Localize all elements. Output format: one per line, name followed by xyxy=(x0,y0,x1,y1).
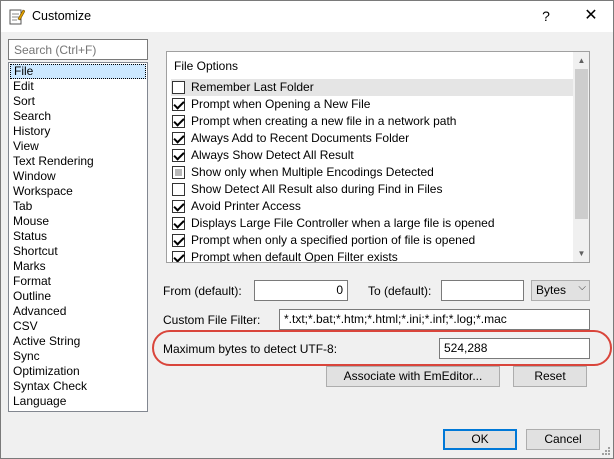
option-row[interactable]: Prompt when default Open Filter exists xyxy=(171,249,573,263)
scroll-up-icon[interactable]: ▲ xyxy=(573,52,589,69)
category-item-sort[interactable]: Sort xyxy=(10,94,146,109)
checkbox[interactable] xyxy=(172,251,185,262)
category-item-format[interactable]: Format xyxy=(10,274,146,289)
category-item-optimization[interactable]: Optimization xyxy=(10,364,146,379)
category-item-outline[interactable]: Outline xyxy=(10,289,146,304)
ok-button[interactable]: OK xyxy=(443,429,517,450)
category-item-window[interactable]: Window xyxy=(10,169,146,184)
category-item-csv[interactable]: CSV xyxy=(10,319,146,334)
category-item-view[interactable]: View xyxy=(10,139,146,154)
option-label: Always Add to Recent Documents Folder xyxy=(191,131,410,145)
to-input[interactable] xyxy=(441,280,524,301)
category-item-mouse[interactable]: Mouse xyxy=(10,214,146,229)
filter-input[interactable]: *.txt;*.bat;*.htm;*.html;*.ini;*.inf;*.l… xyxy=(279,309,590,330)
checkbox[interactable] xyxy=(172,166,185,179)
filter-label: Custom File Filter: xyxy=(163,313,261,327)
option-label: Prompt when default Open Filter exists xyxy=(191,250,398,263)
option-row[interactable]: Prompt when only a specified portion of … xyxy=(171,232,573,249)
option-row[interactable]: Always Show Detect All Result xyxy=(171,147,573,164)
option-row[interactable]: Avoid Printer Access xyxy=(171,198,573,215)
option-row[interactable]: Prompt when Opening a New File xyxy=(171,96,573,113)
file-options-header: File Options xyxy=(174,59,239,73)
category-item-text-rendering[interactable]: Text Rendering xyxy=(10,154,146,169)
customize-dialog: Customize ? ✕ File Edit Sort Search Hist… xyxy=(0,0,614,459)
option-label: Avoid Printer Access xyxy=(191,199,301,213)
checkbox[interactable] xyxy=(172,98,185,111)
chevron-down-icon: ⌵ xyxy=(578,282,586,293)
category-item-history[interactable]: History xyxy=(10,124,146,139)
category-item-shortcut[interactable]: Shortcut xyxy=(10,244,146,259)
resize-grip-icon[interactable] xyxy=(601,446,611,456)
checkbox[interactable] xyxy=(172,217,185,230)
file-options-list: File Options Remember Last Folder Prompt… xyxy=(166,51,590,263)
highlight-oval xyxy=(152,330,612,366)
category-item-syntax-check[interactable]: Syntax Check xyxy=(10,379,146,394)
cancel-button[interactable]: Cancel xyxy=(526,429,600,450)
category-item-search[interactable]: Search xyxy=(10,109,146,124)
from-label: From (default): xyxy=(163,284,242,298)
category-item-advanced[interactable]: Advanced xyxy=(10,304,146,319)
close-button[interactable]: ✕ xyxy=(576,4,606,28)
title-bar: Customize ? ✕ xyxy=(1,1,613,32)
category-item-edit[interactable]: Edit xyxy=(10,79,146,94)
option-row[interactable]: Show only when Multiple Encodings Detect… xyxy=(171,164,573,181)
category-item-sync[interactable]: Sync xyxy=(10,349,146,364)
option-label: Show Detect All Result also during Find … xyxy=(191,182,443,196)
category-item-status[interactable]: Status xyxy=(10,229,146,244)
vertical-scrollbar[interactable]: ▲ ▼ xyxy=(573,52,589,262)
option-label: Prompt when only a specified portion of … xyxy=(191,233,476,247)
option-label: Show only when Multiple Encodings Detect… xyxy=(191,165,434,179)
category-item-tab[interactable]: Tab xyxy=(10,199,146,214)
category-item-file[interactable]: File xyxy=(10,64,146,79)
option-label: Prompt when Opening a New File xyxy=(191,97,371,111)
option-label: Always Show Detect All Result xyxy=(191,148,354,162)
category-item-workspace[interactable]: Workspace xyxy=(10,184,146,199)
checkbox[interactable] xyxy=(172,234,185,247)
category-item-marks[interactable]: Marks xyxy=(10,259,146,274)
option-row[interactable]: Prompt when creating a new file in a net… xyxy=(171,113,573,130)
notepad-pencil-icon xyxy=(9,9,25,25)
checkbox[interactable] xyxy=(172,81,185,94)
checkbox[interactable] xyxy=(172,149,185,162)
to-label: To (default): xyxy=(368,284,432,298)
help-button[interactable]: ? xyxy=(531,4,561,28)
from-input[interactable]: 0 xyxy=(254,280,348,301)
option-row[interactable]: Always Add to Recent Documents Folder xyxy=(171,130,573,147)
checkbox[interactable] xyxy=(172,200,185,213)
scroll-thumb[interactable] xyxy=(575,69,588,219)
category-item-language[interactable]: Language xyxy=(10,394,146,409)
window-title: Customize xyxy=(32,9,92,23)
option-label: Remember Last Folder xyxy=(191,80,314,94)
option-label: Displays Large File Controller when a la… xyxy=(191,216,495,230)
option-row[interactable]: Show Detect All Result also during Find … xyxy=(171,181,573,198)
category-list[interactable]: File Edit Sort Search History View Text … xyxy=(8,62,148,412)
checkbox[interactable] xyxy=(172,183,185,196)
checkbox[interactable] xyxy=(172,132,185,145)
option-row[interactable]: Displays Large File Controller when a la… xyxy=(171,215,573,232)
search-input[interactable] xyxy=(8,39,148,60)
reset-button[interactable]: Reset xyxy=(513,366,587,387)
option-label: Prompt when creating a new file in a net… xyxy=(191,114,457,128)
associate-button[interactable]: Associate with EmEditor... xyxy=(326,366,500,387)
option-row[interactable]: Remember Last Folder xyxy=(171,79,573,96)
scroll-down-icon[interactable]: ▼ xyxy=(573,245,589,262)
unit-select[interactable]: Bytes ⌵ xyxy=(531,280,590,301)
unit-select-value: Bytes xyxy=(536,283,567,297)
checkbox[interactable] xyxy=(172,115,185,128)
category-item-active-string[interactable]: Active String xyxy=(10,334,146,349)
